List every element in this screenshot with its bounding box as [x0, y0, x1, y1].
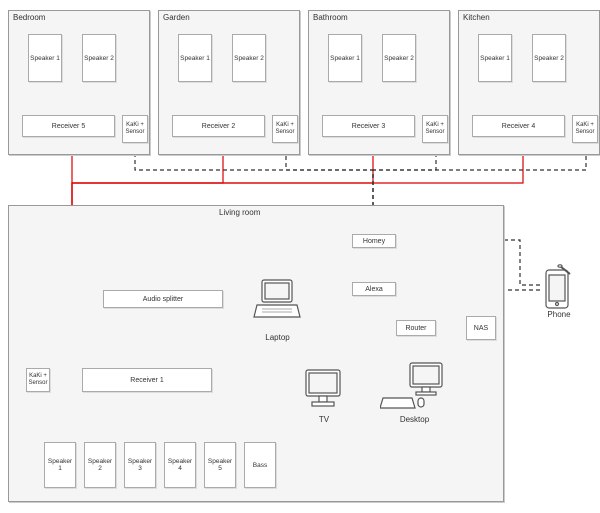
- bathroom-receiver: Receiver 3: [322, 115, 415, 137]
- garden-receiver: Receiver 2: [172, 115, 265, 137]
- living-speaker-3: Speaker 3: [124, 442, 156, 488]
- living-receiver: Receiver 1: [82, 368, 212, 392]
- laptop-icon: [252, 275, 302, 330]
- room-living-title: Living room: [219, 208, 260, 217]
- room-kitchen-title: Kitchen: [463, 13, 490, 22]
- laptop-label: Laptop: [255, 333, 300, 342]
- phone-label: Phone: [542, 310, 576, 319]
- living-speaker-4: Speaker 4: [164, 442, 196, 488]
- bathroom-speaker-1: Speaker 1: [328, 34, 362, 82]
- room-bedroom-title: Bedroom: [13, 13, 45, 22]
- garden-sensor: KaKi + Sensor: [272, 115, 298, 143]
- living-sensor: KaKi + Sensor: [26, 368, 50, 392]
- desktop-label: Desktop: [392, 415, 437, 424]
- bedroom-receiver: Receiver 5: [22, 115, 115, 137]
- living-speaker-2: Speaker 2: [84, 442, 116, 488]
- bedroom-sensor: KaKi + Sensor: [122, 115, 148, 143]
- nas-box: NAS: [466, 316, 496, 340]
- garden-speaker-1: Speaker 1: [178, 34, 212, 82]
- kitchen-sensor: KaKi + Sensor: [572, 115, 598, 143]
- bathroom-sensor: KaKi + Sensor: [422, 115, 448, 143]
- room-bathroom: Bathroom Speaker 1 Speaker 2 Receiver 3 …: [308, 10, 450, 155]
- router-box: Router: [396, 320, 436, 336]
- diagram-canvas: Bedroom Speaker 1 Speaker 2 Receiver 5 K…: [0, 0, 600, 513]
- living-bass: Bass: [244, 442, 276, 488]
- room-bathroom-title: Bathroom: [313, 13, 348, 22]
- living-speaker-5: Speaker 5: [204, 442, 236, 488]
- bathroom-speaker-2: Speaker 2: [382, 34, 416, 82]
- kitchen-speaker-2: Speaker 2: [532, 34, 566, 82]
- kitchen-speaker-1: Speaker 1: [478, 34, 512, 82]
- bedroom-speaker-1: Speaker 1: [28, 34, 62, 82]
- alexa-box: Alexa: [352, 282, 396, 296]
- garden-speaker-2: Speaker 2: [232, 34, 266, 82]
- audio-splitter: Audio splitter: [103, 290, 223, 308]
- desktop-icon: [380, 360, 450, 415]
- kitchen-receiver: Receiver 4: [472, 115, 565, 137]
- bedroom-speaker-2: Speaker 2: [82, 34, 116, 82]
- living-speaker-1: Speaker 1: [44, 442, 76, 488]
- homey-box: Homey: [352, 234, 396, 248]
- room-bedroom: Bedroom Speaker 1 Speaker 2 Receiver 5 K…: [8, 10, 150, 155]
- tv-label: TV: [312, 415, 336, 424]
- tv-icon: [298, 365, 348, 415]
- room-kitchen: Kitchen Speaker 1 Speaker 2 Receiver 4 K…: [458, 10, 600, 155]
- phone-icon: [540, 262, 576, 312]
- room-garden-title: Garden: [163, 13, 190, 22]
- room-garden: Garden Speaker 1 Speaker 2 Receiver 2 Ka…: [158, 10, 300, 155]
